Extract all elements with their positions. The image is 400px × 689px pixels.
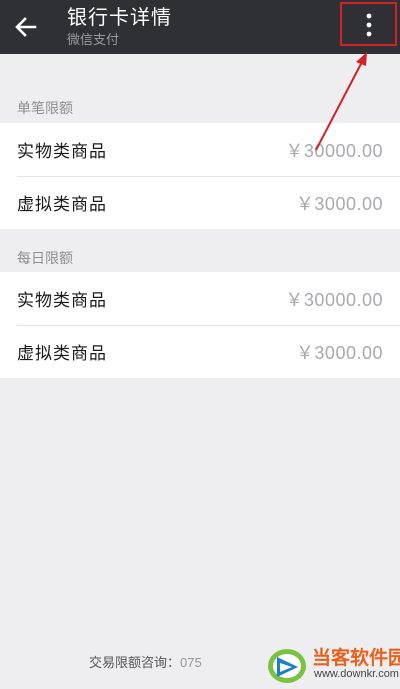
inquiry-label: 交易限额咨询： — [89, 655, 181, 670]
watermark-name: 当客软件园 — [312, 648, 400, 669]
inquiry-phone[interactable]: 075 — [180, 655, 202, 670]
annotation-arrow — [315, 52, 367, 151]
watermark-logo-icon — [268, 649, 306, 683]
limit-inquiry: 交易限额咨询：075 — [89, 652, 202, 671]
watermark: 当客软件园 www.downkr.com — [262, 641, 400, 687]
watermark-url: www.downkr.com — [314, 668, 399, 680]
